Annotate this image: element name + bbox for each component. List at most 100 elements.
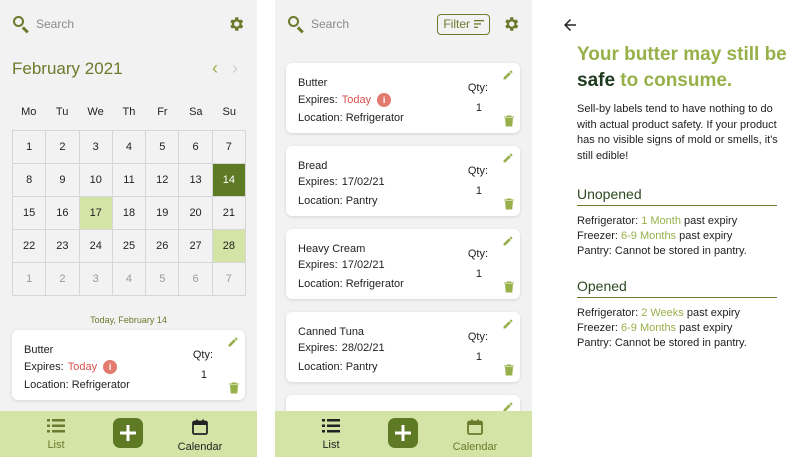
month-header: February 2021 ‹ › [12, 58, 245, 79]
item-location: Location: Refrigerator [298, 278, 404, 290]
item-location: Location: Pantry [298, 195, 378, 207]
calendar-day[interactable]: 1 [13, 131, 47, 164]
calendar-day[interactable]: 18 [112, 197, 147, 230]
calendar-day[interactable]: 6 [179, 131, 213, 164]
back-arrow-icon[interactable] [561, 16, 579, 34]
item-expires: Expires: 17/02/21 [298, 259, 385, 271]
add-item-button[interactable] [113, 418, 143, 448]
prev-month-icon[interactable]: ‹ [205, 58, 225, 79]
list-icon [322, 419, 340, 433]
tab-list[interactable]: List [21, 419, 91, 451]
item-card[interactable]: Canned Tuna Expires: 28/02/21 Location: Pan… [286, 312, 520, 382]
trash-icon[interactable] [229, 382, 239, 394]
filter-button[interactable]: Filter [437, 13, 490, 35]
tab-list[interactable]: List [296, 419, 366, 451]
calendar-day[interactable]: 19 [146, 197, 180, 230]
calendar-day[interactable]: 27 [179, 230, 213, 263]
rule-value: 6-9 Months [621, 230, 677, 242]
calendar-day[interactable]: 13 [179, 164, 213, 197]
list-screen: Search Filter Butter Expires: Today i Locati… [275, 0, 532, 457]
rule-suffix: past expiry [679, 322, 733, 334]
trash-icon[interactable] [504, 364, 514, 376]
calendar-day[interactable]: 15 [13, 197, 47, 230]
weekday-label: Mo [21, 106, 37, 118]
tab-calendar[interactable]: Calendar [165, 419, 235, 453]
search-bar[interactable]: Search Filter [287, 12, 520, 36]
pencil-icon[interactable] [502, 152, 514, 164]
info-icon[interactable]: i [377, 93, 392, 107]
weekday-label: Fr [157, 106, 168, 118]
expires-value: 17/02/21 [341, 259, 385, 271]
search-input[interactable]: Search [311, 17, 437, 31]
rule-label: Freezer: [577, 322, 618, 334]
calendar-day[interactable]: 11 [112, 164, 147, 197]
calendar-day[interactable]: 9 [46, 164, 80, 197]
calendar-day[interactable]: 22 [13, 230, 47, 263]
rule-value: 6-9 Months [621, 322, 677, 334]
item-card[interactable]: Butter Expires: Today i Location: Refrigerat… [286, 63, 520, 133]
item-location: Location: Pantry [298, 361, 378, 373]
calendar-day[interactable]: 25 [112, 230, 147, 263]
calendar-day[interactable]: 8 [13, 164, 47, 197]
calendar-screen: Search February 2021 ‹ › Mo Tu We Th Fr Sa Su … [0, 0, 257, 457]
calendar-day[interactable]: 5 [146, 263, 180, 296]
info-screen: Your butter may still be safe to consume… [549, 0, 806, 457]
calendar-day[interactable]: 28 [212, 230, 246, 263]
calendar-day[interactable]: 5 [146, 131, 180, 164]
pencil-icon[interactable] [227, 336, 239, 348]
calendar-day[interactable]: 20 [179, 197, 213, 230]
pencil-icon[interactable] [502, 318, 514, 330]
search-input[interactable]: Search [36, 17, 227, 31]
calendar-day[interactable]: 21 [212, 197, 246, 230]
pencil-icon[interactable] [502, 69, 514, 81]
headline-safe: safe [577, 69, 616, 91]
weekday-label: Tu [55, 106, 69, 118]
calendar-day[interactable]: 24 [79, 230, 113, 263]
rule-label: Refrigerator: [577, 215, 639, 227]
calendar-day[interactable]: 12 [146, 164, 180, 197]
calendar-day[interactable]: 23 [46, 230, 80, 263]
search-bar[interactable]: Search [12, 12, 245, 36]
calendar-icon [467, 419, 483, 435]
expires-value: Today [341, 94, 372, 106]
opened-title: Opened [577, 278, 777, 298]
calendar-day[interactable]: 3 [79, 263, 113, 296]
calendar-day-today[interactable]: 14 [212, 164, 246, 197]
info-icon[interactable]: i [103, 360, 118, 374]
trash-icon[interactable] [504, 281, 514, 293]
pencil-icon[interactable] [502, 235, 514, 247]
expires-value: 28/02/21 [341, 342, 385, 354]
gear-icon[interactable] [227, 15, 245, 33]
calendar-day[interactable]: 2 [46, 131, 80, 164]
qty-label: Qty: [192, 349, 213, 361]
item-location: Location: Refrigerator [298, 112, 404, 124]
weekday-label: We [87, 106, 104, 118]
trash-icon[interactable] [504, 115, 514, 127]
calendar-day[interactable]: 16 [46, 197, 80, 230]
calendar-day[interactable]: 2 [46, 263, 80, 296]
search-icon [12, 15, 30, 34]
calendar-day[interactable]: 6 [179, 263, 213, 296]
calendar-day[interactable]: 7 [212, 131, 246, 164]
gear-icon[interactable] [502, 15, 520, 33]
item-card[interactable]: Heavy Cream Expires: 17/02/21 Location: Ref… [286, 229, 520, 299]
calendar-day[interactable]: 3 [79, 131, 113, 164]
item-card[interactable]: Bread Expires: 17/02/21 Location: Pantry Qty… [286, 146, 520, 216]
headline-part1: Your butter may still be [577, 44, 787, 65]
item-name: Butter [24, 344, 54, 356]
trash-icon[interactable] [504, 198, 514, 210]
calendar-day[interactable]: 4 [112, 131, 147, 164]
calendar-day[interactable]: 4 [112, 263, 147, 296]
item-location: Location: Refrigerator [24, 379, 130, 391]
item-card[interactable]: Butter Expires: Today i Location: Refrig… [12, 330, 245, 400]
calendar-day[interactable]: 1 [13, 263, 47, 296]
rule-value: 1 Month [641, 215, 681, 227]
calendar-day[interactable]: 7 [212, 263, 246, 296]
intro-text: Sell-by labels tend to have nothing to d… [577, 103, 778, 162]
calendar-day[interactable]: 17 [79, 197, 113, 230]
calendar-day[interactable]: 10 [79, 164, 113, 197]
next-month-icon[interactable]: › [225, 58, 245, 79]
add-item-button[interactable] [388, 418, 418, 448]
tab-calendar[interactable]: Calendar [440, 419, 510, 453]
calendar-day[interactable]: 26 [146, 230, 180, 263]
